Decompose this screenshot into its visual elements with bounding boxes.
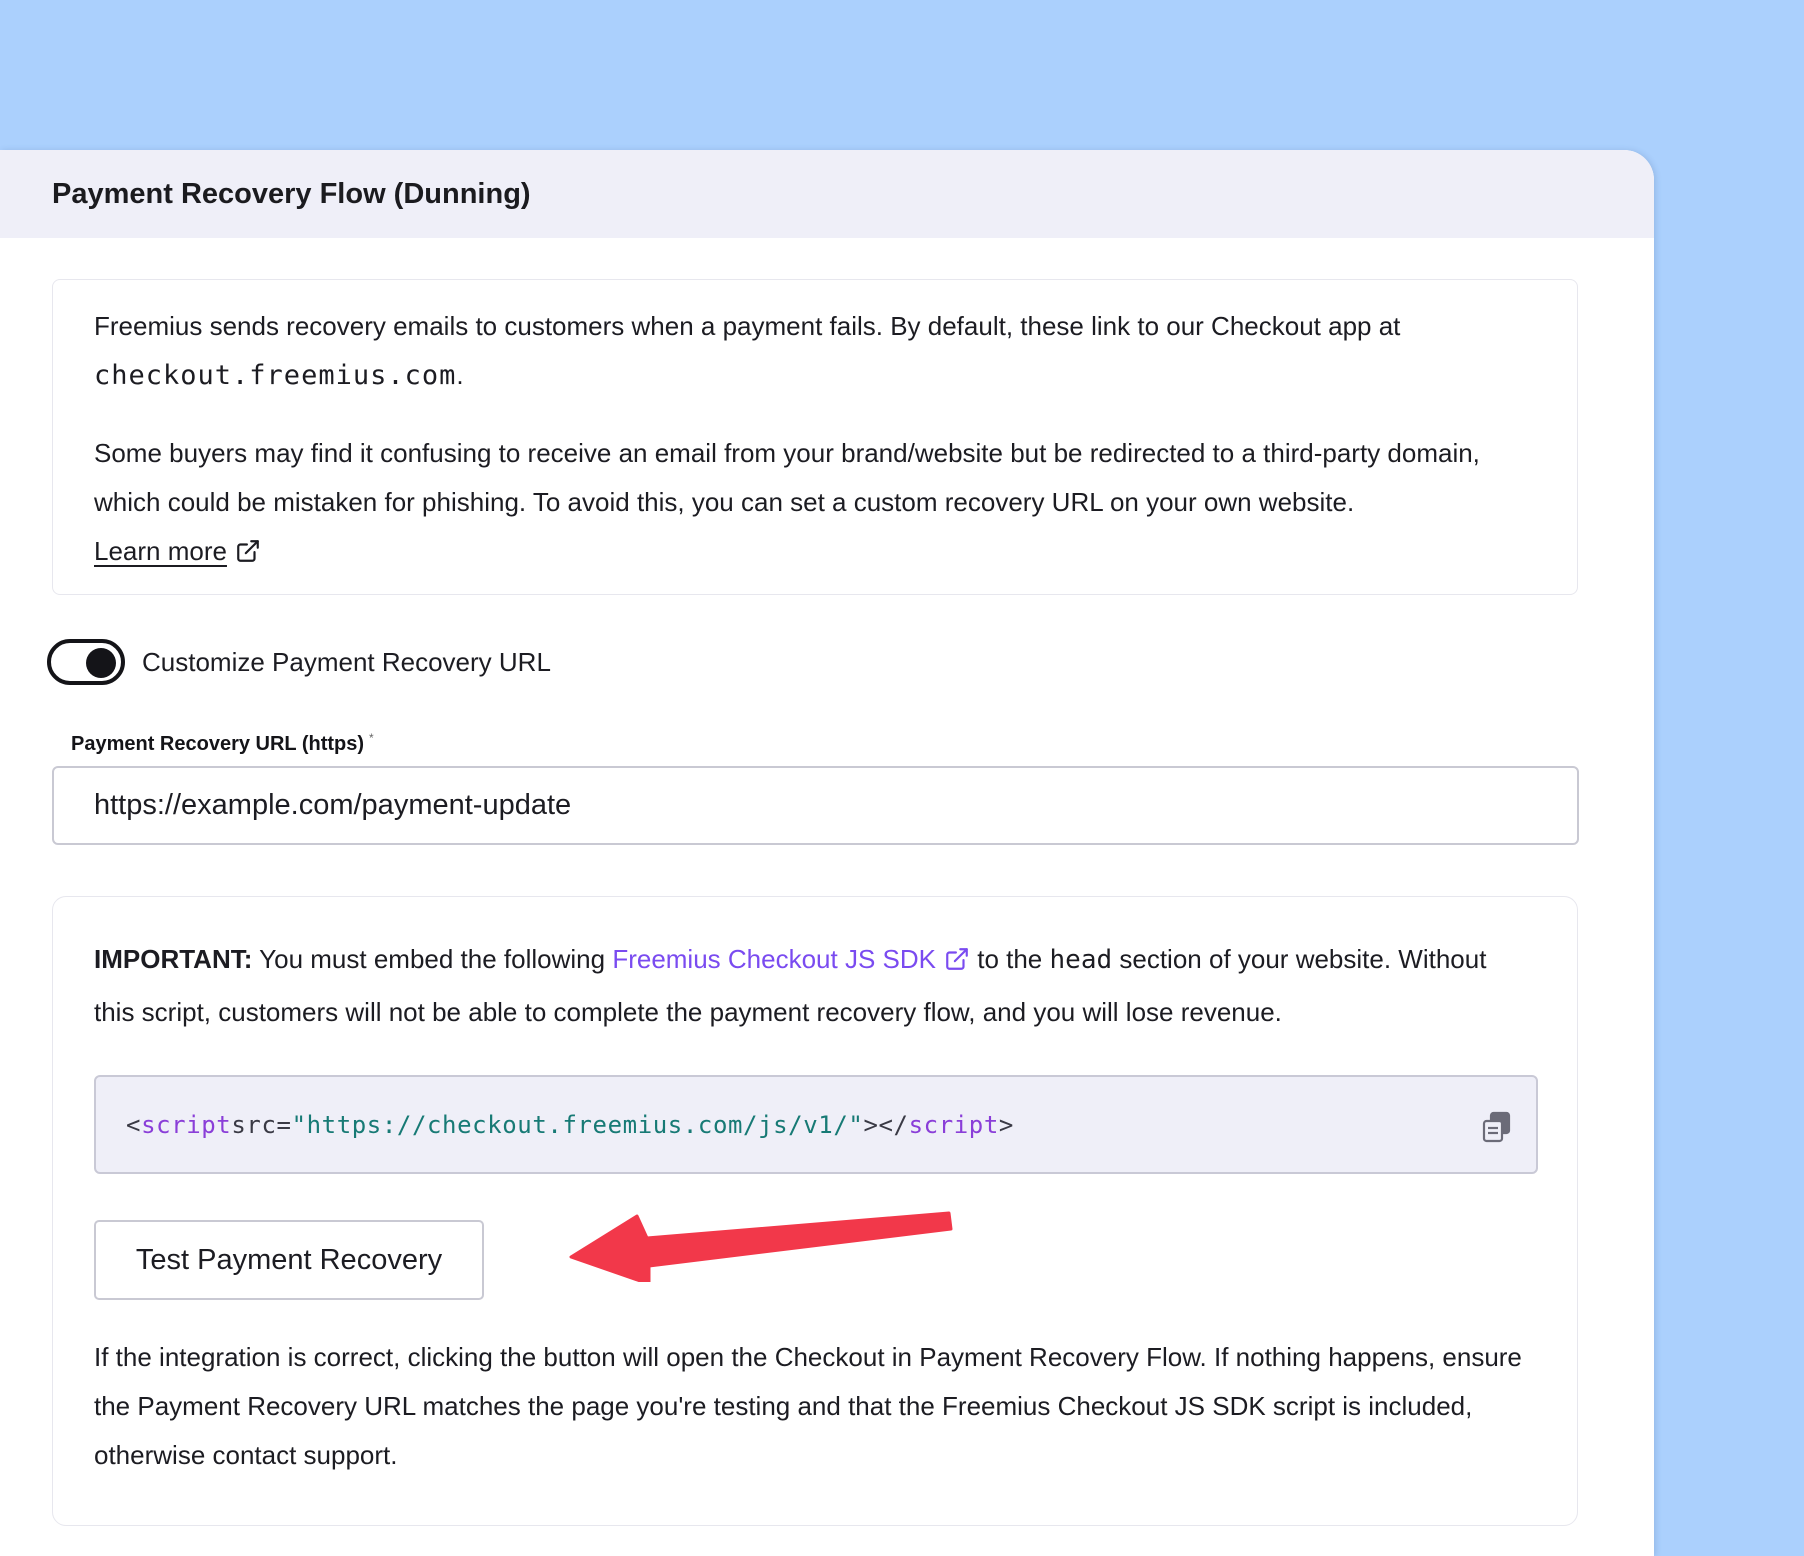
required-mark: * (369, 731, 374, 745)
code-mid: ></ (863, 1110, 909, 1139)
important-card: IMPORTANT: You must embed the following … (52, 896, 1578, 1526)
customize-url-toggle-row: Customize Payment Recovery URL (47, 639, 551, 685)
important-text: IMPORTANT: You must embed the following … (94, 935, 1514, 1037)
checkout-sdk-link[interactable]: Freemius Checkout JS SDK (612, 944, 936, 974)
url-field-label: Payment Recovery URL (https) * (71, 731, 374, 756)
integration-note: If the integration is correct, clicking … (94, 1342, 1522, 1470)
code-close-bracket: > (998, 1110, 1014, 1139)
learn-more-link[interactable]: Learn more (94, 536, 227, 566)
dunning-settings-panel: Payment Recovery Flow (Dunning) Freemius… (0, 150, 1654, 1556)
info-text-2: Some buyers may find it confusing to rec… (94, 438, 1480, 517)
code-tag-open: script (141, 1110, 232, 1139)
code-src-value: "https://checkout.freemius.com/js/v1/" (291, 1110, 864, 1139)
test-payment-recovery-button[interactable]: Test Payment Recovery (94, 1220, 484, 1300)
payment-recovery-url-input[interactable] (52, 766, 1579, 845)
info-paragraph-1: Freemius sends recovery emails to custom… (94, 302, 1537, 400)
external-link-icon[interactable] (235, 531, 261, 580)
info-card: Freemius sends recovery emails to custom… (52, 279, 1578, 595)
url-field-label-text: Payment Recovery URL (https) (71, 733, 365, 755)
important-text-middle: to the (977, 944, 1043, 974)
copy-icon[interactable] (1480, 1110, 1514, 1144)
info-period: . (456, 360, 464, 390)
checkout-domain: checkout.freemius.com (94, 360, 457, 391)
customize-url-toggle[interactable] (47, 639, 125, 685)
head-code-word: head (1049, 945, 1113, 975)
important-text-before: You must embed the following (259, 944, 606, 974)
important-label: IMPORTANT: (94, 944, 253, 974)
sdk-external-link-icon[interactable] (944, 939, 970, 988)
code-open-bracket: < (126, 1110, 142, 1139)
panel-title: Payment Recovery Flow (Dunning) (0, 150, 1654, 238)
toggle-knob (86, 648, 116, 678)
code-tag-close: script (908, 1110, 999, 1139)
toggle-label: Customize Payment Recovery URL (142, 646, 551, 677)
code-attr: src= (231, 1110, 292, 1139)
info-paragraph-2: Some buyers may find it confusing to rec… (94, 429, 1537, 580)
annotation-arrow-icon (569, 1211, 953, 1282)
sdk-link-label: Freemius Checkout JS SDK (612, 944, 936, 974)
learn-more-label: Learn more (94, 536, 227, 566)
script-code-box: < script src= "https://checkout.freemius.c… (94, 1075, 1538, 1174)
info-text-1: Freemius sends recovery emails to custom… (94, 311, 1401, 341)
